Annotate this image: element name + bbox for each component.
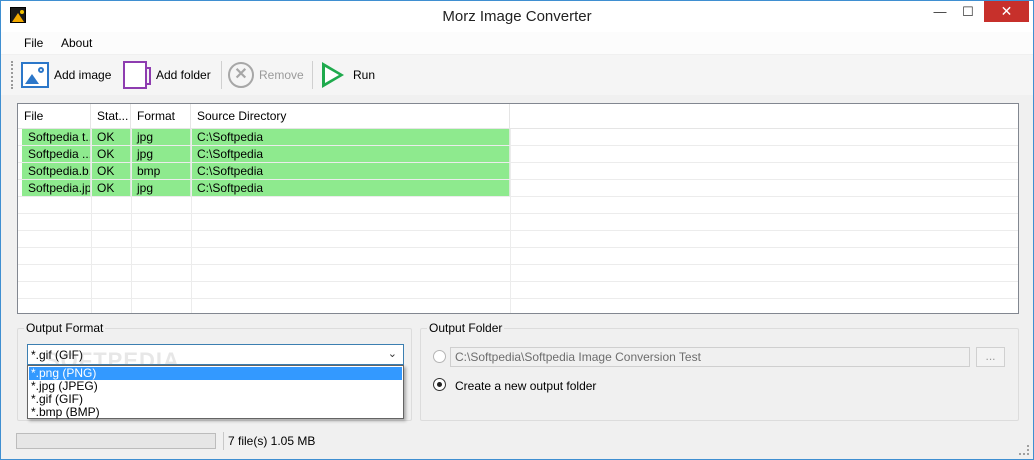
selected-format: *.gif (GIF) xyxy=(31,348,84,362)
window-title: Morz Image Converter xyxy=(442,8,592,25)
column-header-format[interactable]: Format xyxy=(131,104,191,129)
menu-bar: File About xyxy=(1,32,1033,54)
app-window: Morz Image Converter — ☐ ✕ File About Ad… xyxy=(0,0,1034,460)
output-path-field[interactable]: C:\Softpedia\Softpedia Image Conversion … xyxy=(450,347,970,367)
file-list[interactable]: File Stat... Format Source Directory Sof… xyxy=(17,103,1019,314)
table-row[interactable]: Softpedia ... OK jpg C:\Softpedia xyxy=(18,146,1018,163)
empty-row xyxy=(18,214,1018,231)
cell-source: C:\Softpedia xyxy=(191,163,510,179)
cell-source: C:\Softpedia xyxy=(191,129,510,145)
column-header-status[interactable]: Stat... xyxy=(91,104,131,129)
output-format-label: Output Format xyxy=(24,321,106,335)
cell-format: jpg xyxy=(131,129,191,145)
status-bar: 7 file(s) 1.05 MB xyxy=(1,429,1033,459)
cell-format: jpg xyxy=(131,180,191,196)
remove-button[interactable]: ✕ Remove xyxy=(228,59,304,91)
cell-status: OK xyxy=(91,146,131,162)
title-bar: Morz Image Converter — ☐ ✕ xyxy=(1,1,1033,32)
empty-row xyxy=(18,197,1018,214)
column-divider xyxy=(131,129,132,313)
cell-status: OK xyxy=(91,180,131,196)
list-header: File Stat... Format Source Directory xyxy=(18,104,1018,129)
output-folder-group: Output Folder xyxy=(420,321,1019,421)
cell-source: C:\Softpedia xyxy=(191,180,510,196)
create-folder-radio[interactable] xyxy=(433,378,446,391)
menu-file[interactable]: File xyxy=(24,36,43,50)
folder-icon xyxy=(123,61,151,89)
empty-row xyxy=(18,282,1018,299)
output-folder-label: Output Folder xyxy=(427,321,505,335)
column-divider xyxy=(191,129,192,313)
browse-button[interactable]: ... xyxy=(976,347,1005,367)
cell-status: OK xyxy=(91,129,131,145)
toolbar-separator xyxy=(221,61,222,89)
add-image-button[interactable]: Add image xyxy=(21,59,111,91)
empty-row xyxy=(18,248,1018,265)
maximize-button[interactable]: ☐ xyxy=(954,1,982,22)
table-row[interactable]: Softpedia.b... OK bmp C:\Softpedia xyxy=(18,163,1018,180)
column-divider xyxy=(510,129,511,313)
cell-file: Softpedia.jpg xyxy=(22,180,91,196)
run-label: Run xyxy=(353,68,376,82)
toolbar-separator xyxy=(312,61,313,89)
existing-folder-radio[interactable] xyxy=(433,350,446,363)
resize-grip[interactable] xyxy=(1019,445,1029,455)
chevron-down-icon[interactable]: ⌄ xyxy=(388,347,397,360)
menu-about[interactable]: About xyxy=(61,36,92,50)
cell-file: Softpedia t... xyxy=(22,129,91,145)
add-folder-label: Add folder xyxy=(156,68,211,82)
cell-format: bmp xyxy=(131,163,191,179)
format-option-jpg[interactable]: *.jpg (JPEG) xyxy=(29,380,402,393)
status-separator xyxy=(223,432,224,450)
close-button[interactable]: ✕ xyxy=(984,1,1029,22)
cell-file: Softpedia ... xyxy=(22,146,91,162)
run-button[interactable]: Run xyxy=(322,59,375,91)
table-row[interactable]: Softpedia.jpg OK jpg C:\Softpedia xyxy=(18,180,1018,197)
column-header-file[interactable]: File xyxy=(18,104,91,129)
format-option-bmp[interactable]: *.bmp (BMP) xyxy=(29,406,402,419)
cell-status: OK xyxy=(91,163,131,179)
remove-x-icon: ✕ xyxy=(228,62,254,88)
minimize-button[interactable]: — xyxy=(926,1,954,22)
cell-source: C:\Softpedia xyxy=(191,146,510,162)
output-format-select[interactable]: *.gif (GIF) ⌄ xyxy=(27,344,404,365)
play-icon xyxy=(322,62,344,88)
remove-label: Remove xyxy=(259,68,304,82)
empty-row xyxy=(18,265,1018,282)
progress-bar xyxy=(16,433,216,449)
format-dropdown-list[interactable]: *.png (PNG) *.jpg (JPEG) *.gif (GIF) *.b… xyxy=(27,365,404,419)
column-header-source[interactable]: Source Directory xyxy=(191,104,510,129)
column-divider xyxy=(91,129,92,313)
toolbar-grip[interactable] xyxy=(11,61,14,89)
create-folder-label[interactable]: Create a new output folder xyxy=(455,379,596,393)
add-image-label: Add image xyxy=(54,68,112,82)
file-count-status: 7 file(s) 1.05 MB xyxy=(228,434,316,448)
cell-format: jpg xyxy=(131,146,191,162)
image-icon xyxy=(21,62,49,88)
cell-file: Softpedia.b... xyxy=(22,163,91,179)
empty-row xyxy=(18,231,1018,248)
table-row[interactable]: Softpedia t... OK jpg C:\Softpedia xyxy=(18,129,1018,146)
toolbar: Add image Add folder ✕ Remove Run xyxy=(1,55,1033,95)
add-folder-button[interactable]: Add folder xyxy=(123,59,211,91)
